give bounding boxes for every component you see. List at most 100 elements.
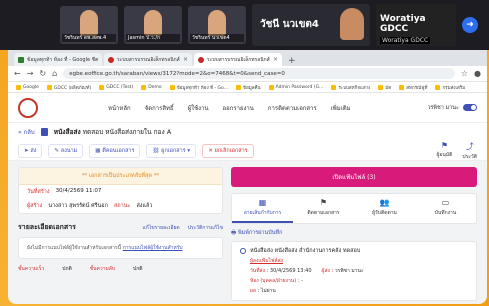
org-title: Woratiya GDCC bbox=[380, 14, 426, 34]
bookmark-item[interactable]: GDCC (ผลิตภัณฑ์) bbox=[46, 84, 91, 91]
url-input[interactable]: egbe.eoffice.go.th/saraban/views/3172?mo… bbox=[63, 68, 455, 79]
details-header: รายละเอียดเอกสาร แก้ไขรายละเอียด ประวัติ… bbox=[18, 222, 223, 233]
print-link[interactable]: 🖶 พิมพ์การผ่านบันทึก bbox=[231, 229, 477, 238]
page-title-row: « กลับ หนังสือส่ง ทดสอบ หนังสือส่งภายใน … bbox=[8, 123, 487, 141]
bookmark-item[interactable]: Admin Password (G... bbox=[268, 84, 323, 90]
bookmark-item[interactable]: Demo bbox=[141, 84, 162, 90]
participant-tile[interactable]: วัชรินทร์ ดพ.สสพ.4 bbox=[60, 6, 118, 44]
bookmark-icon bbox=[331, 84, 337, 90]
open-file-button[interactable]: เปิดแฟ้มไฟล์ (3) bbox=[231, 167, 477, 187]
toolbar-right: ⚑ ผู้อนุมัติ ⤴ ประวัติ bbox=[436, 141, 477, 161]
info-row: วันที่สร้าง 30/4/2569 11:07 bbox=[27, 188, 102, 195]
timeline-item-link[interactable]: ผู้ลงแฟ้มไฟล์ส่ง bbox=[250, 257, 468, 265]
tab-title: ระบบสารบรรณอิเล็กทรอนิกส์ bbox=[207, 56, 270, 63]
history-button[interactable]: ⤴ ประวัติ bbox=[462, 141, 477, 161]
bookmark-icon bbox=[141, 84, 147, 90]
bookmark-item[interactable]: ข้อมูลทุกท้า ห้อง ที่ - Go... bbox=[169, 84, 228, 91]
tab-title: ข้อมูลทุกท้า ห้อง ที่ - Google ชีต bbox=[27, 56, 99, 63]
home-icon[interactable]: ⌂ bbox=[52, 69, 57, 78]
browser-tab[interactable]: ระบบสารบรรณอิเล็กทรอนิกส์ × bbox=[104, 53, 192, 66]
participant-avatar bbox=[144, 10, 162, 36]
timeline-row: วันที่ส่ง : 30/4/2569 13:40 ผู้ส่ง : วรพ… bbox=[250, 268, 364, 274]
edit-history-link[interactable]: ประวัติการแก้ไข bbox=[188, 224, 223, 232]
back-button[interactable]: « กลับ bbox=[18, 127, 35, 137]
participant-name: วัชรินทร์ ดพ.สสพ.4 bbox=[62, 34, 116, 42]
details-links: แก้ไขรายละเอียด ประวัติการแก้ไข bbox=[142, 224, 223, 232]
info-row: ผู้สร้าง นางสาว สุพรรัตน์ ศรีนอก สถานะ ส… bbox=[27, 203, 153, 209]
new-tab-icon[interactable]: + bbox=[284, 56, 300, 66]
user-menu[interactable]: วรพิชา มานะ bbox=[427, 104, 477, 112]
bookmark-item[interactable]: ระบบสหกิจแล่าง bbox=[331, 84, 370, 91]
menu-permissions[interactable]: จัดการสิทธิ์ bbox=[145, 103, 174, 113]
bookmark-item[interactable]: GDCC (Test) bbox=[99, 84, 133, 90]
bookmark-icon bbox=[268, 84, 274, 90]
bookmark-item[interactable]: กรมส่งเสริม bbox=[435, 84, 465, 91]
star-icon[interactable]: ☆ bbox=[461, 69, 468, 78]
bookmark-icon bbox=[16, 84, 21, 90]
address-bar-row: ← → ↻ ⌂ egbe.eoffice.go.th/saraban/views… bbox=[8, 66, 487, 82]
participant-name: วัชรินทร์ นวเขต4 bbox=[190, 34, 244, 42]
participant-avatar bbox=[80, 10, 98, 36]
tab-notes[interactable]: ▭ บันทึกงาน bbox=[415, 194, 476, 223]
close-icon[interactable]: × bbox=[273, 56, 278, 63]
speaker-avatar bbox=[340, 8, 364, 40]
attach-document-button[interactable]: ⛓ ผูกเอกสาร ▾ bbox=[146, 143, 197, 158]
org-tile[interactable]: Woratiya GDCC Woratiya GDCC bbox=[376, 4, 456, 46]
site-icon bbox=[108, 56, 114, 63]
theme-toggle[interactable] bbox=[463, 104, 477, 111]
right-column: เปิดแฟ้มไฟล์ (3) ▦ ลายเส้นกำกับการ ⚑ ติดตา… bbox=[231, 167, 477, 301]
edit-details-link[interactable]: แก้ไขรายละเอียด bbox=[142, 224, 179, 232]
sign-button[interactable]: ✎ ลงนาม bbox=[48, 143, 84, 158]
bookmark-icon bbox=[46, 84, 52, 90]
bookmark-item[interactable]: มัด bbox=[378, 84, 391, 91]
bookmarks-bar: Google GDCC (ผลิตภัณฑ์) GDCC (Test) Demo… bbox=[8, 82, 487, 93]
panel-tabs: ▦ ลายเส้นกำกับการ ⚑ ติดตามเอกสาร 👥 ผู้รับติ… bbox=[231, 193, 477, 224]
note-icon: ▭ bbox=[441, 198, 450, 207]
menu-tracking[interactable]: การติดตามเอกสาร bbox=[268, 103, 317, 113]
back-icon[interactable]: ← bbox=[14, 69, 21, 78]
bookmark-icon bbox=[169, 84, 175, 90]
reload-icon[interactable]: ↻ bbox=[39, 69, 46, 78]
share-icon: ⤴ bbox=[465, 141, 474, 151]
bookmark-icon: ⚑ bbox=[440, 140, 449, 150]
cancel-document-button[interactable]: ✕ ยกเลิกเอกสาร bbox=[202, 143, 254, 158]
flag-icon: ⚑ bbox=[319, 198, 328, 207]
attach-link[interactable]: การแนบไฟล์ผู้ใช้งานสำหรับ bbox=[123, 245, 183, 251]
toolbar: ➤ ส่ง ✎ ลงนาม ▦ ตีคอนเอกสาร ⛓ ผูกเอกสาร … bbox=[8, 141, 487, 161]
menu-reports[interactable]: ออกรายงาน bbox=[223, 103, 254, 113]
browser-tab[interactable]: ข้อมูลทุกท้า ห้อง ที่ - Google ชีต × bbox=[14, 53, 102, 66]
close-icon[interactable]: × bbox=[101, 56, 102, 63]
participant-tile[interactable]: Jasmin ป.ว./ก bbox=[124, 6, 182, 44]
status-card: ** เอกสารเป็นประเภทลับที่สุด ** วันที่สร… bbox=[18, 167, 223, 214]
video-meeting-bar: วัชรินทร์ ดพ.สสพ.4 Jasmin ป.ว./ก วัชรินท… bbox=[0, 0, 489, 50]
participant-tile[interactable]: วัชรินทร์ นวเขต4 bbox=[188, 6, 246, 44]
sheets-icon bbox=[18, 56, 24, 63]
site-icon bbox=[198, 56, 204, 63]
tab-routing[interactable]: ▦ ลายเส้นกำกับการ bbox=[232, 194, 293, 223]
bookmark-item[interactable]: สหกรณ์ฟูที่ bbox=[399, 84, 427, 91]
menu-users[interactable]: ผู้ใช้งาน bbox=[188, 103, 209, 113]
org-logo[interactable] bbox=[18, 97, 38, 118]
org-subtitle: Woratiya GDCC bbox=[380, 37, 431, 44]
approver-button[interactable]: ⚑ ผู้อนุมัติ bbox=[436, 141, 452, 161]
app-header: หน้าหลัก จัดการสิทธิ์ ผู้ใช้งาน ออกรายงา… bbox=[8, 93, 487, 123]
send-button[interactable]: ➤ ส่ง bbox=[18, 143, 43, 158]
timeline-dot-icon bbox=[240, 248, 246, 254]
tab-tracking[interactable]: ⚑ ติดตามเอกสาร bbox=[293, 194, 354, 223]
details-fields: ชั้นความเร็ว ปกติ ชั้นความลับ ปกติ bbox=[18, 266, 143, 272]
active-speaker-tile[interactable]: วัชนี นวเขต4 bbox=[252, 4, 370, 46]
forward-icon[interactable]: → bbox=[27, 69, 34, 78]
browser-tab-active[interactable]: ระบบสารบรรณอิเล็กทรอนิกส์ × bbox=[194, 53, 282, 66]
tab-followers[interactable]: 👥 ผู้รับติดตาม bbox=[354, 194, 415, 223]
bookmark-item[interactable]: ข้อมูลคืน bbox=[236, 84, 261, 91]
menu-home[interactable]: หน้าหลัก bbox=[108, 103, 131, 113]
timeline-item-title: หนังสือส่ง หนังสือส่ง สำนักงานการคลัง ทด… bbox=[240, 247, 468, 255]
next-arrow-icon[interactable]: ➜ bbox=[462, 17, 478, 33]
close-icon[interactable]: × bbox=[183, 56, 188, 63]
classification-banner: ** เอกสารเป็นประเภทลับที่สุด ** bbox=[19, 168, 222, 185]
bookmark-item[interactable]: Google bbox=[16, 84, 39, 90]
stamp-button[interactable]: ▦ ตีคอนเอกสาร bbox=[89, 143, 141, 158]
menu-more[interactable]: เพิ่มเติม bbox=[331, 103, 351, 113]
main-content: ** เอกสารเป็นประเภทลับที่สุด ** วันที่สร… bbox=[8, 161, 487, 304]
profile-icon[interactable]: ● bbox=[474, 69, 481, 78]
